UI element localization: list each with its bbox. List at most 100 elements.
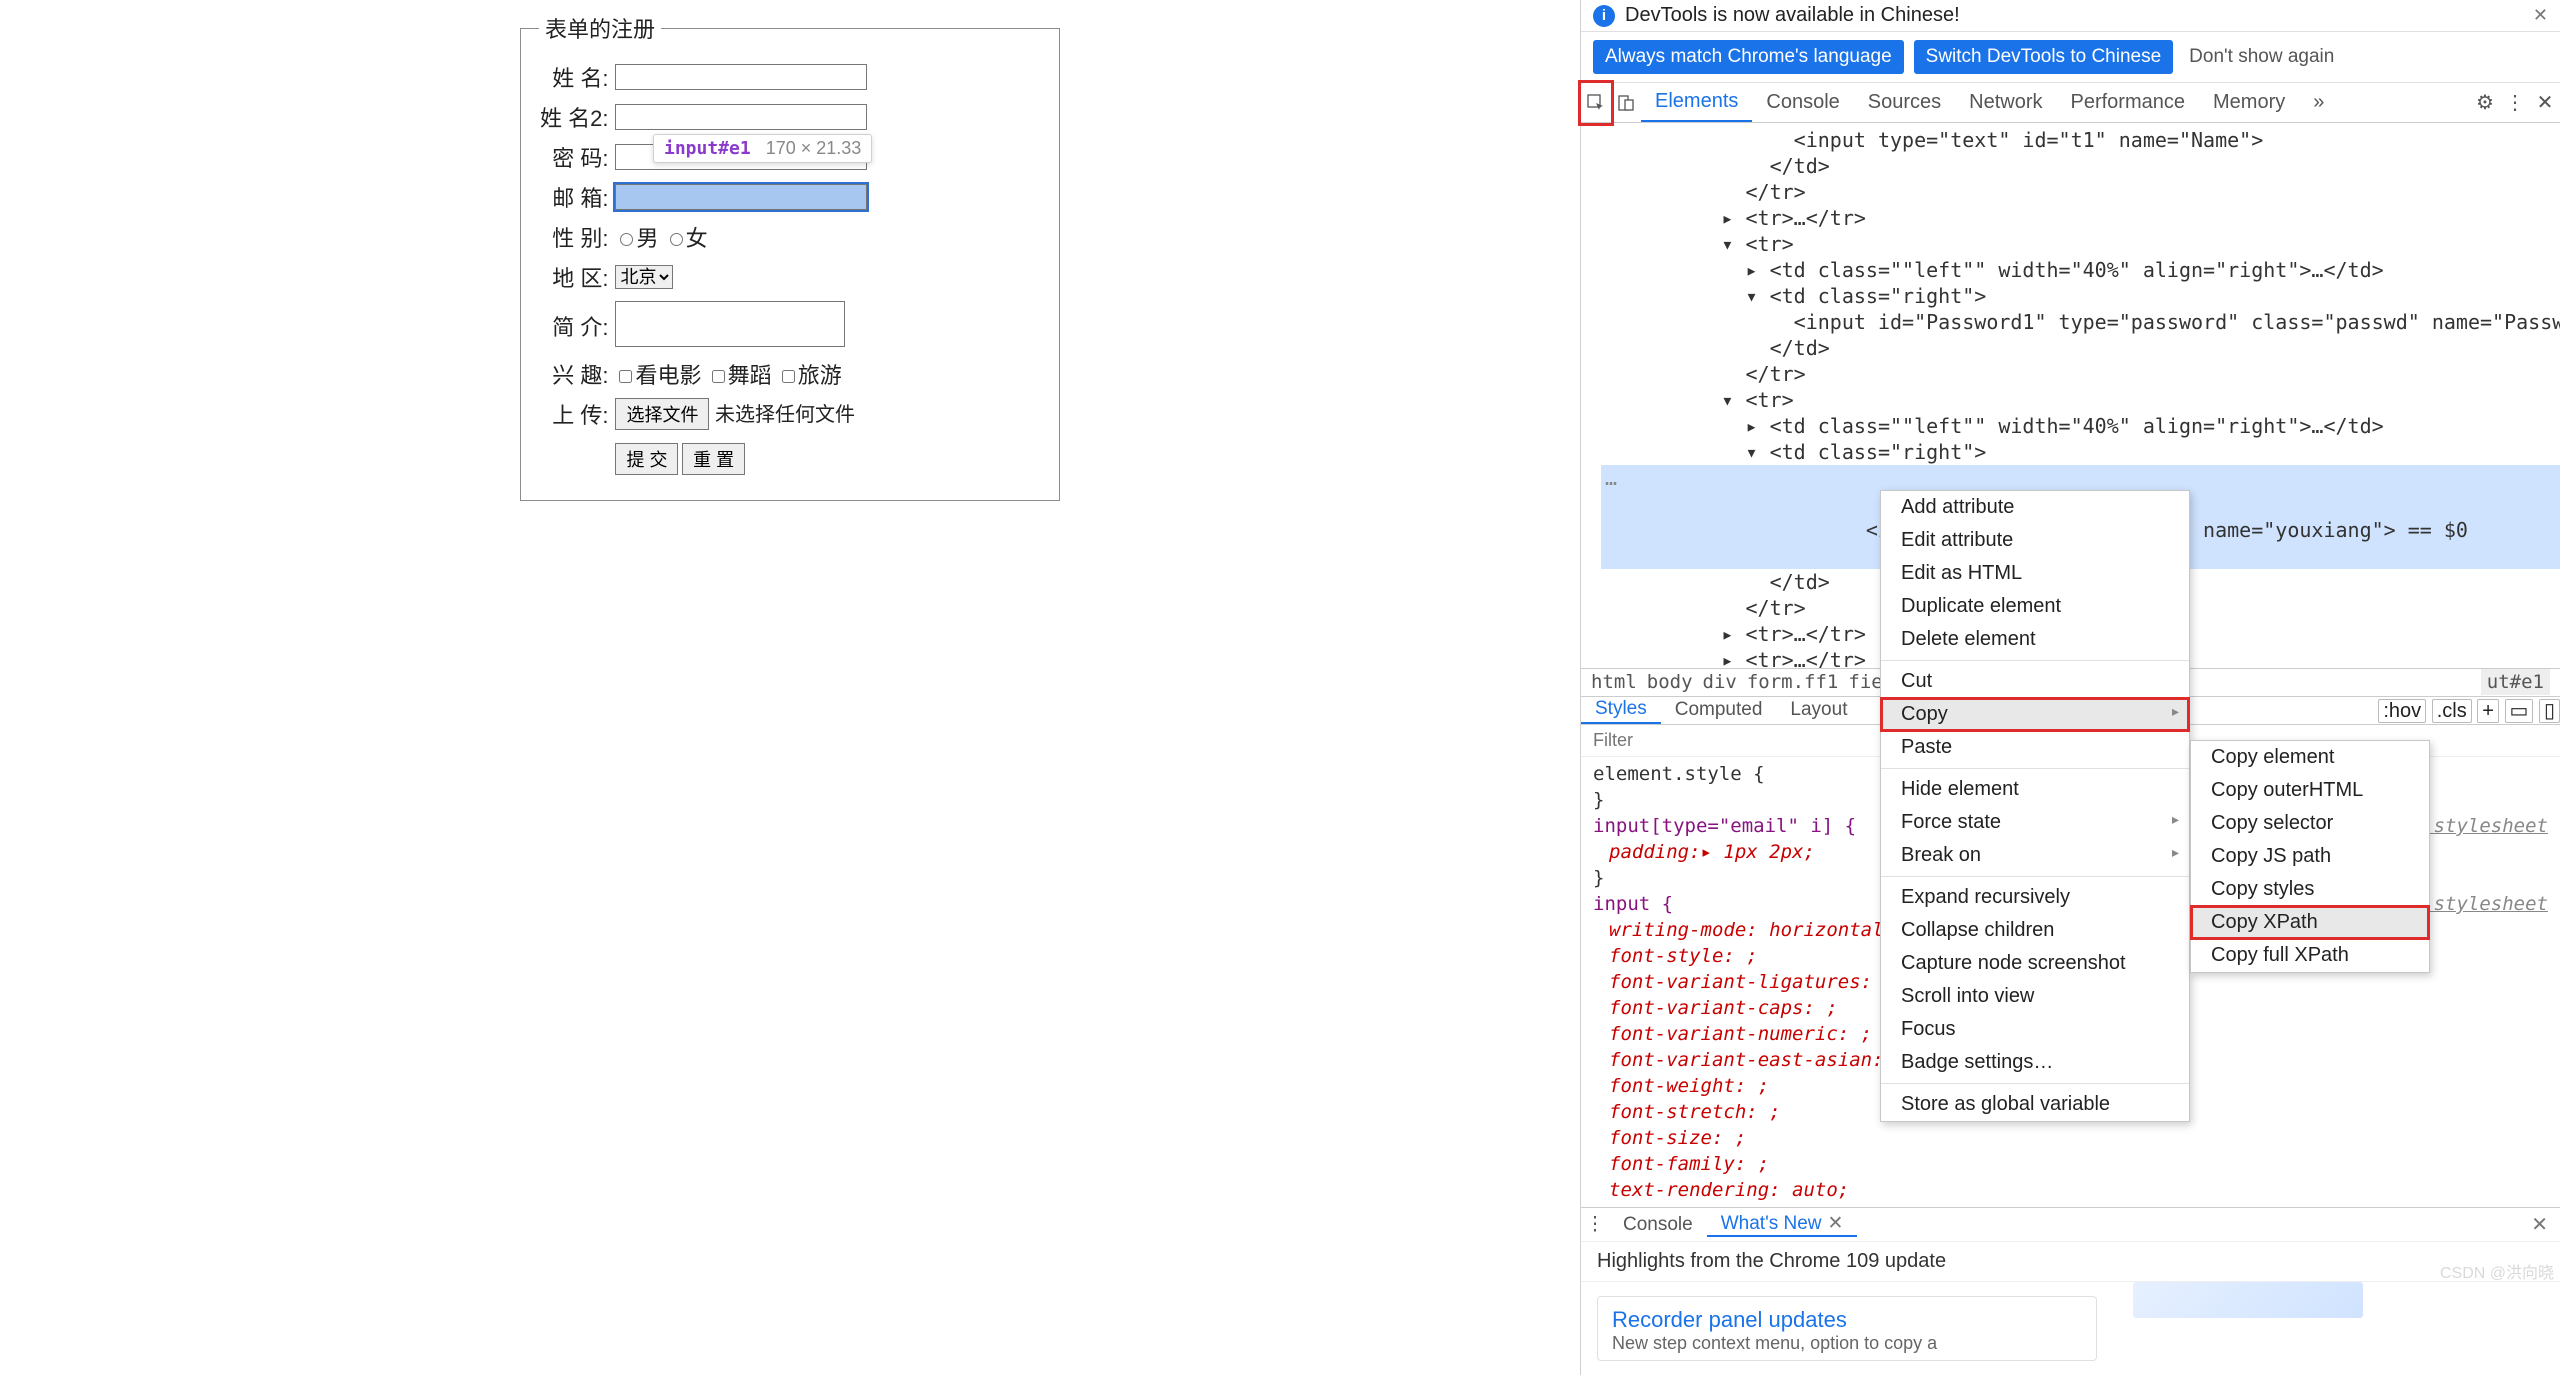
tab-sources[interactable]: Sources xyxy=(1854,83,1955,122)
menu-item[interactable]: Copy XPath xyxy=(2191,906,2429,939)
intro-textarea[interactable] xyxy=(615,301,845,347)
menu-item[interactable]: Copy JS path xyxy=(2191,840,2429,873)
hobby-travel[interactable]: 旅游 xyxy=(778,363,842,388)
tab-computed[interactable]: Computed xyxy=(1661,697,1777,724)
tab-styles[interactable]: Styles xyxy=(1581,697,1661,724)
email-input[interactable] xyxy=(615,184,867,210)
drawer-tab-whatsnew[interactable]: What's New✕ xyxy=(1707,1212,1858,1237)
always-match-button[interactable]: Always match Chrome's language xyxy=(1593,40,1904,74)
crumb-input[interactable]: ut#e1 xyxy=(2481,669,2550,695)
crumb-form[interactable]: form.ff1 xyxy=(1747,671,1839,693)
dom-line[interactable]: ▾ <td class="right"> xyxy=(1601,439,2560,465)
menu-item[interactable]: Badge settings… xyxy=(1881,1046,2189,1079)
hobby-dance[interactable]: 舞蹈 xyxy=(708,363,772,388)
tab-memory[interactable]: Memory xyxy=(2199,83,2299,122)
menu-item[interactable]: Delete element xyxy=(1881,623,2189,656)
menu-item[interactable]: Expand recursively xyxy=(1881,881,2189,914)
tooltip-selector: input#e1 xyxy=(664,138,751,159)
recorder-card[interactable]: Recorder panel updates New step context … xyxy=(1597,1296,2097,1361)
dom-line[interactable]: ▸ <td class=""left"" width="40%" align="… xyxy=(1601,413,2560,439)
upload-status: 未选择任何文件 xyxy=(715,404,855,426)
infobar-close-icon[interactable]: ✕ xyxy=(2533,5,2548,26)
dom-line[interactable]: </td> xyxy=(1601,335,2560,361)
dom-line[interactable]: <input type="text" id="t1" name="Name"> xyxy=(1601,127,2560,153)
menu-item[interactable]: Focus xyxy=(1881,1013,2189,1046)
menu-item[interactable]: Scroll into view xyxy=(1881,980,2189,1013)
tab-network[interactable]: Network xyxy=(1955,83,2056,122)
gender-female-radio[interactable] xyxy=(670,233,683,246)
menu-item[interactable]: Collapse children xyxy=(1881,914,2189,947)
tab-layout[interactable]: Layout xyxy=(1776,697,1861,724)
menu-item[interactable]: Edit as HTML xyxy=(1881,557,2189,590)
hobby-movie[interactable]: 看电影 xyxy=(615,363,701,388)
new-rule-plus-icon[interactable]: + xyxy=(2477,699,2499,723)
css-property[interactable]: font-family: ; xyxy=(1609,1151,2548,1177)
crumb-div[interactable]: div xyxy=(1703,671,1737,693)
menu-item[interactable]: Copy full XPath xyxy=(2191,939,2429,972)
sidebar-toggle-icon[interactable]: ▯ xyxy=(2539,699,2560,723)
menu-item[interactable]: Force state xyxy=(1881,806,2189,839)
highlights-heading: Highlights from the Chrome 109 update xyxy=(1581,1242,2560,1282)
device-toolbar-icon[interactable] xyxy=(1611,93,1641,113)
submit-button[interactable]: 提 交 xyxy=(615,443,678,475)
menu-item[interactable]: Paste xyxy=(1881,731,2189,764)
copy-submenu[interactable]: Copy elementCopy outerHTMLCopy selectorC… xyxy=(2190,740,2430,973)
tab-performance[interactable]: Performance xyxy=(2057,83,2200,122)
menu-item[interactable]: Copy outerHTML xyxy=(2191,774,2429,807)
menu-item[interactable]: Cut xyxy=(1881,665,2189,698)
css-property[interactable]: text-rendering: auto; xyxy=(1609,1177,2548,1203)
recorder-subtitle: New step context menu, option to copy a xyxy=(1612,1333,1937,1354)
menu-item[interactable]: Copy element xyxy=(2191,741,2429,774)
computed-toggle-icon[interactable]: ▭ xyxy=(2505,699,2534,723)
choose-file-button[interactable]: 选择文件 xyxy=(615,398,709,430)
crumb-body[interactable]: body xyxy=(1647,671,1693,693)
dom-line[interactable]: ▾ <tr> xyxy=(1601,387,2560,413)
menu-item[interactable]: Copy styles xyxy=(2191,873,2429,906)
dom-line[interactable]: </tr> xyxy=(1601,361,2560,387)
dom-line[interactable]: <input id="Password1" type="password" cl… xyxy=(1601,309,2560,335)
tabs-overflow-icon[interactable]: » xyxy=(2299,83,2338,122)
dom-line[interactable]: </td> xyxy=(1601,153,2560,179)
dom-line[interactable]: ▸ <td class=""left"" width="40%" align="… xyxy=(1601,257,2560,283)
devtools-close-icon[interactable]: ✕ xyxy=(2530,90,2560,115)
dom-line[interactable]: ▾ <tr> xyxy=(1601,231,2560,257)
switch-chinese-button[interactable]: Switch DevTools to Chinese xyxy=(1914,40,2174,74)
cls-toggle[interactable]: .cls xyxy=(2432,699,2472,723)
overflow-ellipsis-icon[interactable]: … xyxy=(1605,465,1617,491)
reset-button[interactable]: 重 置 xyxy=(682,443,745,475)
drawer-menu-icon[interactable]: ⋮ xyxy=(1581,1213,1609,1236)
dom-line[interactable]: ▾ <td class="right"> xyxy=(1601,283,2560,309)
css-property[interactable]: font-size: ; xyxy=(1609,1125,2548,1151)
name-input[interactable] xyxy=(615,64,867,90)
gender-female-option[interactable]: 女 xyxy=(665,226,708,251)
menu-item[interactable]: Store as global variable xyxy=(1881,1088,2189,1121)
drawer-tab-console[interactable]: Console xyxy=(1609,1214,1707,1236)
menu-item[interactable]: Capture node screenshot xyxy=(1881,947,2189,980)
kebab-menu-icon[interactable]: ⋮ xyxy=(2500,90,2530,115)
watermark: CSDN @洪向晓 xyxy=(2440,1259,2554,1283)
tab-elements[interactable]: Elements xyxy=(1641,83,1752,122)
menu-item[interactable]: Duplicate element xyxy=(1881,590,2189,623)
region-select[interactable]: 北京 xyxy=(615,265,673,289)
label-intro: 简 介: xyxy=(539,300,614,351)
hov-toggle[interactable]: :hov xyxy=(2378,699,2426,723)
dom-line[interactable]: ▸ <tr>…</tr> xyxy=(1601,205,2560,231)
dom-line[interactable]: </tr> xyxy=(1601,179,2560,205)
close-icon[interactable]: ✕ xyxy=(1827,1212,1843,1235)
dont-show-button[interactable]: Don't show again xyxy=(2183,45,2340,69)
menu-item[interactable]: Hide element xyxy=(1881,773,2189,806)
gender-male-radio[interactable] xyxy=(620,233,633,246)
menu-item[interactable]: Edit attribute xyxy=(1881,524,2189,557)
drawer-close-icon[interactable]: ✕ xyxy=(2519,1212,2560,1237)
inspect-element-icon[interactable] xyxy=(1581,83,1611,123)
menu-item[interactable]: Copy xyxy=(1881,698,2189,731)
gender-male-option[interactable]: 男 xyxy=(615,226,658,251)
menu-item[interactable]: Add attribute xyxy=(1881,491,2189,524)
context-menu[interactable]: Add attributeEdit attributeEdit as HTMLD… xyxy=(1880,490,2190,1122)
crumb-html[interactable]: html xyxy=(1591,671,1637,693)
tab-console[interactable]: Console xyxy=(1752,83,1853,122)
menu-item[interactable]: Copy selector xyxy=(2191,807,2429,840)
settings-gear-icon[interactable]: ⚙ xyxy=(2470,90,2500,115)
name2-input[interactable] xyxy=(615,104,867,130)
menu-item[interactable]: Break on xyxy=(1881,839,2189,872)
